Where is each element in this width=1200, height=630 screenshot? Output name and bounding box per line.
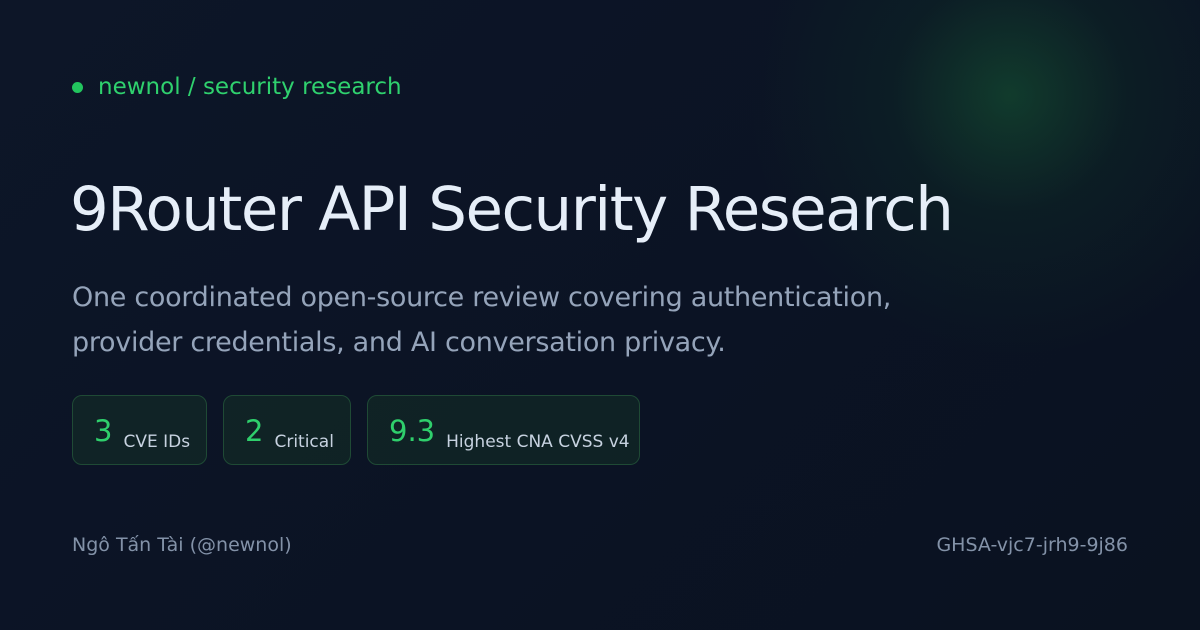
stat-critical: 2 Critical [223, 395, 351, 465]
stat-cve-ids: 3 CVE IDs [72, 395, 207, 465]
stat-value: 3 [94, 414, 113, 448]
status-dot-icon [72, 81, 83, 93]
page-subtitle: One coordinated open-source review cover… [72, 282, 892, 358]
kicker-text: newnol / security research [98, 74, 402, 100]
social-card: newnol / security research 9Router API S… [0, 0, 1200, 630]
stat-value: 9.3 [389, 414, 436, 448]
stat-label: CVE IDs [123, 432, 191, 452]
kicker: newnol / security research [72, 74, 402, 100]
advisory-id: GHSA-vjc7-jrh9-9j86 [936, 534, 1128, 556]
stat-value: 2 [245, 414, 264, 448]
stat-label: Highest CNA CVSS v4 [446, 432, 630, 452]
stat-highest-cvss: 9.3 Highest CNA CVSS v4 [367, 395, 640, 465]
author-credit: Ngô Tấn Tài (@newnol) [72, 534, 292, 556]
page-title: 9Router API Security Research [70, 174, 954, 245]
stat-label: Critical [274, 432, 334, 452]
